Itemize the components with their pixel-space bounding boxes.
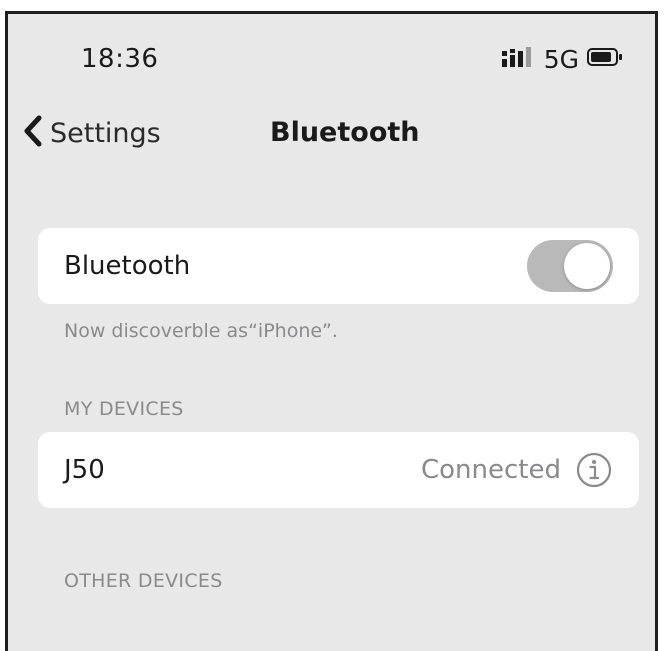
device-status: Connected (420, 455, 561, 485)
other-devices-header: OTHER DEVICES (64, 570, 223, 592)
device-name: J50 (64, 455, 105, 485)
info-icon[interactable] (575, 451, 613, 489)
toggle-knob (564, 243, 610, 289)
status-time: 18:36 (81, 44, 159, 74)
navigation-bar: Settings Bluetooth (8, 109, 655, 159)
chevron-left-icon (22, 114, 44, 152)
phone-screen: 18:36 5G Settings Bluetooth Bluetooth No… (5, 11, 658, 651)
bluetooth-toggle[interactable] (527, 240, 613, 292)
my-devices-header: MY DEVICES (64, 398, 184, 420)
bluetooth-toggle-row: Bluetooth (38, 228, 639, 304)
status-indicators: 5G (501, 44, 623, 74)
back-button[interactable]: Settings (22, 111, 161, 155)
signal-bars-icon (501, 47, 536, 71)
device-row-j50[interactable]: J50 Connected (38, 432, 639, 508)
page-title: Bluetooth (270, 117, 420, 148)
bluetooth-label: Bluetooth (64, 251, 191, 281)
back-label: Settings (50, 117, 161, 149)
status-bar: 18:36 5G (8, 14, 655, 94)
battery-icon (587, 47, 623, 71)
discoverable-note: Now discoverble as“iPhone”. (64, 320, 338, 342)
network-type: 5G (543, 44, 579, 74)
